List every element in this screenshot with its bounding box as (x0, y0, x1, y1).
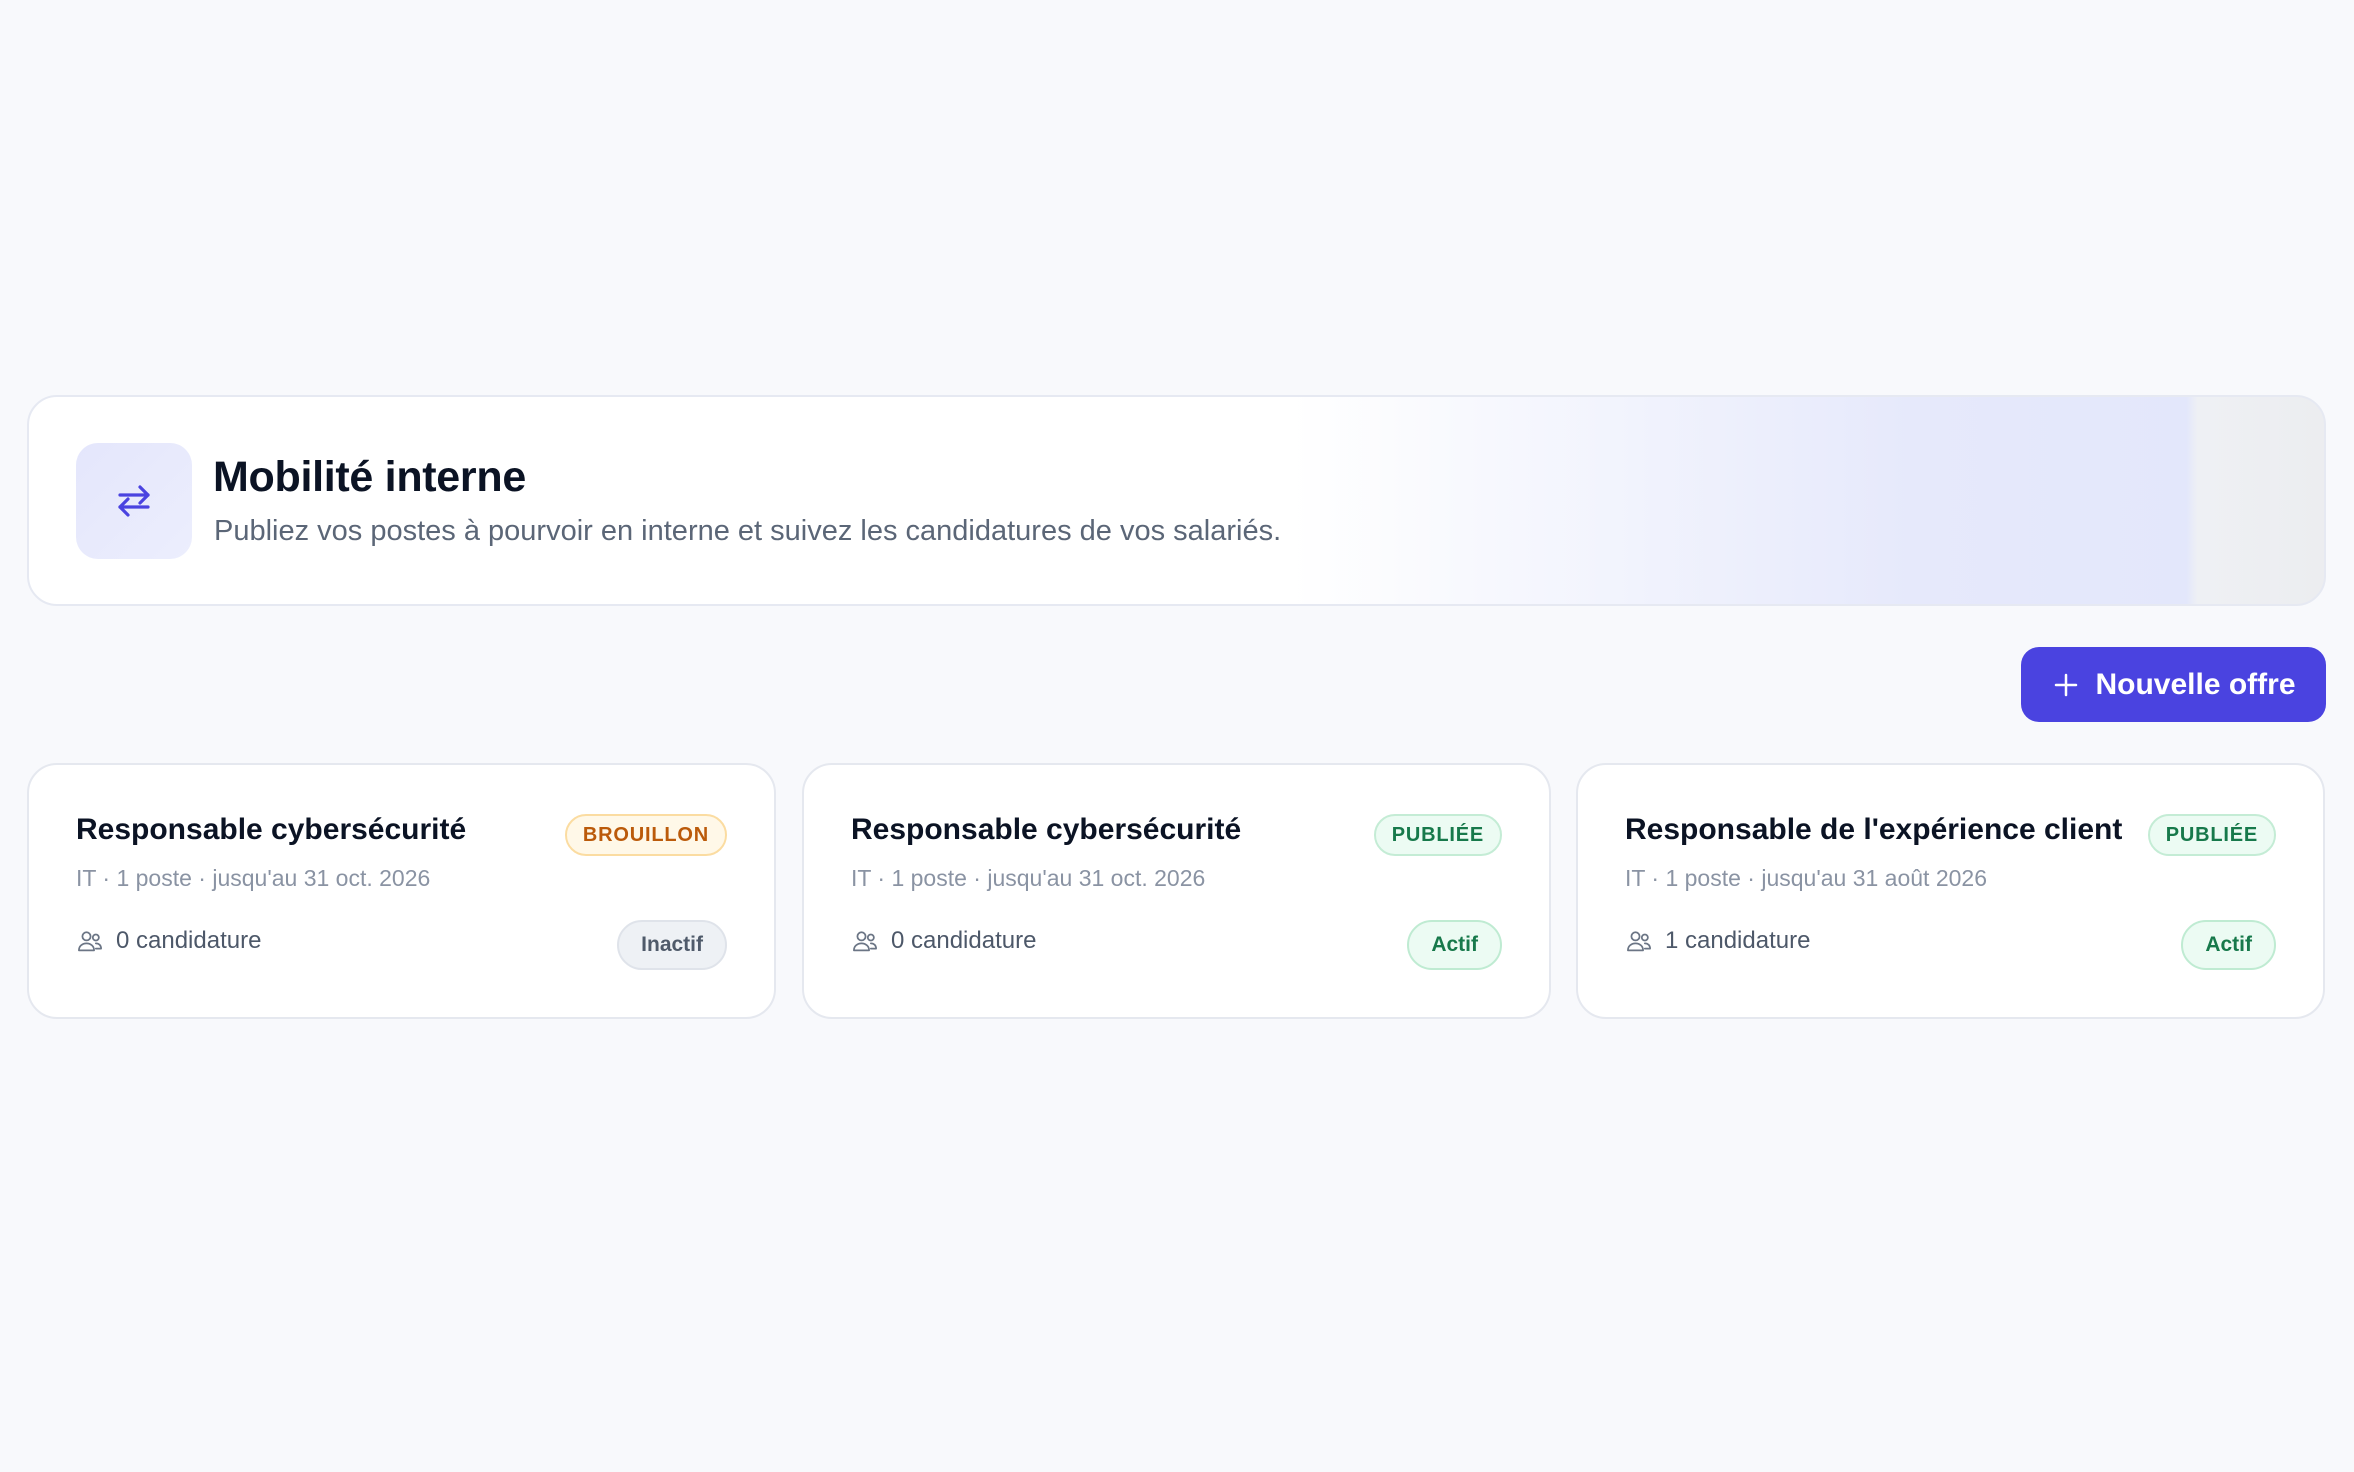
status-badge: BROUILLON (564, 814, 727, 856)
users-icon (853, 931, 877, 952)
state-toggle[interactable]: Actif (1407, 920, 1502, 970)
status-badge: PUBLIÉE (1373, 814, 1502, 856)
offer-card[interactable]: Responsable cybersécurité BROUILLON IT ·… (27, 763, 776, 1019)
applications-count: 0 candidature (851, 927, 1036, 955)
offer-meta: IT · 1 poste · jusqu'au 31 oct. 2026 (76, 865, 431, 891)
applications-label: 0 candidature (116, 927, 262, 954)
applications-label: 1 candidature (1665, 927, 1811, 954)
offer-title[interactable]: Responsable de l'expérience client (1625, 813, 2122, 847)
applications-count: 1 candidature (1625, 927, 1810, 955)
users-icon (78, 931, 102, 952)
offer-meta: IT · 1 poste · jusqu'au 31 août 2026 (1625, 865, 1987, 891)
plus-icon (2055, 673, 2078, 696)
status-badge: PUBLIÉE (2147, 814, 2276, 856)
new-offer-button[interactable]: Nouvelle offre (2021, 647, 2326, 722)
new-offer-label: Nouvelle offre (2095, 667, 2296, 701)
state-toggle[interactable]: Actif (2181, 920, 2276, 970)
swap-arrows-icon (76, 443, 192, 559)
offer-card[interactable]: Responsable de l'expérience client PUBLI… (1576, 763, 2325, 1019)
page-title: Mobilité interne (213, 453, 526, 501)
applications-label: 0 candidature (891, 927, 1037, 954)
offer-title[interactable]: Responsable cybersécurité (76, 813, 466, 847)
page-header: Mobilité interne Publiez vos postes à po… (27, 395, 2326, 606)
state-toggle[interactable]: Inactif (617, 920, 727, 970)
applications-count: 0 candidature (76, 927, 261, 955)
offer-meta: IT · 1 poste · jusqu'au 31 oct. 2026 (851, 865, 1206, 891)
page-subtitle: Publiez vos postes à pourvoir en interne… (214, 515, 1282, 547)
offer-card[interactable]: Responsable cybersécurité PUBLIÉE IT · 1… (802, 763, 1551, 1019)
offer-title[interactable]: Responsable cybersécurité (851, 813, 1241, 847)
users-icon (1627, 931, 1651, 952)
